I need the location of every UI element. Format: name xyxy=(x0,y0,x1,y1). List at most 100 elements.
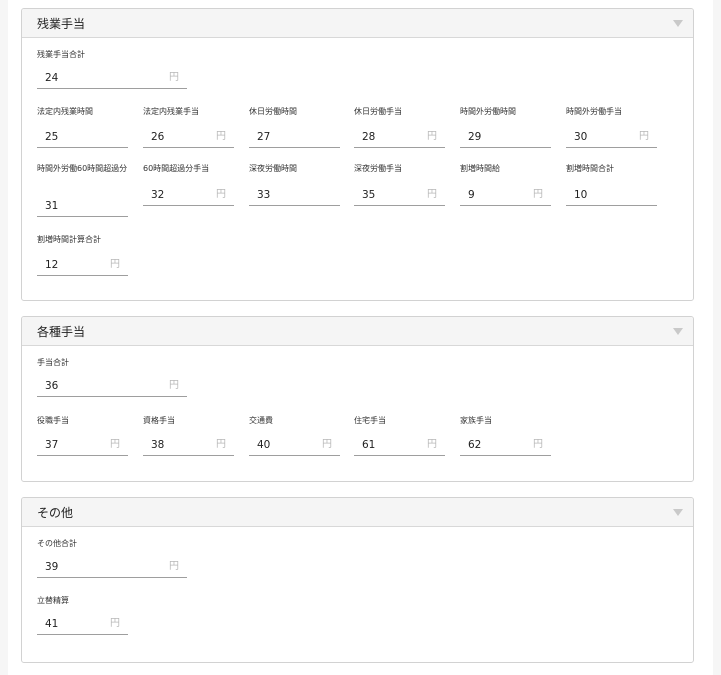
yen-unit: 円 xyxy=(110,259,120,270)
field-value: 9 xyxy=(468,189,475,201)
other-panel: その他 その他合計 39 円 立替精算 41 円 xyxy=(21,497,694,663)
premium-hours-total-input[interactable]: 10 xyxy=(566,185,657,206)
holiday-work-allowance-input[interactable]: 28 円 xyxy=(354,127,445,148)
yen-unit: 円 xyxy=(216,131,226,142)
field-label: 時間外労働手当 xyxy=(566,107,622,116)
chevron-down-icon[interactable] xyxy=(673,328,683,335)
field-holiday-work-allowance: 休日労働手当 xyxy=(354,105,402,118)
yen-unit: 円 xyxy=(639,131,649,142)
field-night-work-allowance: 深夜労働手当 xyxy=(354,162,402,175)
legal-overtime-hours-input[interactable]: 25 xyxy=(37,127,128,148)
yen-unit: 円 xyxy=(216,189,226,200)
allowances-total-input[interactable]: 36 円 xyxy=(37,376,187,397)
field-label: 割増時間計算合計 xyxy=(37,235,101,244)
field-label: 資格手当 xyxy=(143,416,175,425)
field-label: 深夜労働手当 xyxy=(354,164,402,173)
field-label: 立替精算 xyxy=(37,596,69,605)
transport-expense-input[interactable]: 40 円 xyxy=(249,435,340,456)
allowances-total-field: 手当合計 xyxy=(37,356,69,369)
field-label: 深夜労働時間 xyxy=(249,164,297,173)
over60-allowance-input[interactable]: 32 円 xyxy=(143,185,234,206)
family-allowance-input[interactable]: 62 円 xyxy=(460,435,551,456)
field-value: 27 xyxy=(257,131,271,143)
field-premium-hours-total: 割増時間合計 xyxy=(566,162,614,175)
reimbursement-input[interactable]: 41 円 xyxy=(37,614,128,635)
overtime-panel-header[interactable]: 残業手当 xyxy=(22,9,693,38)
overtime-total-input[interactable]: 24 円 xyxy=(37,68,187,89)
field-value: 10 xyxy=(574,189,588,201)
yen-unit: 円 xyxy=(322,439,332,450)
panel-title: その他 xyxy=(37,506,74,520)
field-value: 33 xyxy=(257,189,271,201)
field-value: 40 xyxy=(257,439,271,451)
allowances-panel-header[interactable]: 各種手当 xyxy=(22,317,693,346)
field-night-work-hours: 深夜労働時間 xyxy=(249,162,297,175)
yen-unit: 円 xyxy=(533,189,543,200)
allowances-panel: 各種手当 手当合計 36 円 役職手当 37 円 資格手当 38 円 交通費 4… xyxy=(21,316,694,482)
field-value: 62 xyxy=(468,439,482,451)
yen-unit: 円 xyxy=(169,380,179,391)
field-value: 29 xyxy=(468,131,482,143)
field-legal-overtime-allowance: 法定内残業手当 xyxy=(143,105,199,118)
yen-unit: 円 xyxy=(169,561,179,572)
field-label: 割増時間給 xyxy=(460,164,500,173)
yen-unit: 円 xyxy=(110,618,120,629)
field-reimbursement: 立替精算 xyxy=(37,594,69,607)
panel-title: 残業手当 xyxy=(37,17,86,31)
premium-hourly-wage-input[interactable]: 9 円 xyxy=(460,185,551,206)
field-value: 61 xyxy=(362,439,376,451)
field-label: 交通費 xyxy=(249,416,273,425)
field-holiday-work-hours: 休日労働時間 xyxy=(249,105,297,118)
page: 残業手当 残業手当合計 24 円 法定内残業時間 25 法定内残業手当 26 円… xyxy=(8,0,713,675)
yen-unit: 円 xyxy=(427,131,437,142)
field-label: 時間外労働時間 xyxy=(460,107,516,116)
yen-unit: 円 xyxy=(110,439,120,450)
other-total-field: その他合計 xyxy=(37,537,77,550)
other-panel-header[interactable]: その他 xyxy=(22,498,693,527)
field-value: 24 xyxy=(45,72,59,84)
field-label: 役職手当 xyxy=(37,416,69,425)
night-work-allowance-input[interactable]: 35 円 xyxy=(354,185,445,206)
field-label: 法定内残業手当 xyxy=(143,107,199,116)
extra-work-hours-input[interactable]: 29 xyxy=(460,127,551,148)
legal-overtime-allowance-input[interactable]: 26 円 xyxy=(143,127,234,148)
yen-unit: 円 xyxy=(216,439,226,450)
field-label: 割増時間合計 xyxy=(566,164,614,173)
field-value: 30 xyxy=(574,131,588,143)
extra-work-allowance-input[interactable]: 30 円 xyxy=(566,127,657,148)
field-value: 39 xyxy=(45,561,59,573)
field-over60-hours: 時間外労働60時間超過分 xyxy=(37,162,131,175)
field-value: 25 xyxy=(45,131,59,143)
overtime-total-field: 残業手当合計 xyxy=(37,48,85,61)
field-label: 休日労働時間 xyxy=(249,107,297,116)
field-label: その他合計 xyxy=(37,539,77,548)
field-value: 37 xyxy=(45,439,59,451)
qualification-allowance-input[interactable]: 38 円 xyxy=(143,435,234,456)
premium-calc-total-input[interactable]: 12 円 xyxy=(37,255,128,276)
field-transport-expense: 交通費 xyxy=(249,414,273,427)
field-value: 41 xyxy=(45,618,59,630)
housing-allowance-input[interactable]: 61 円 xyxy=(354,435,445,456)
field-over60-allowance: 60時間超過分手当 xyxy=(143,162,209,175)
yen-unit: 円 xyxy=(427,439,437,450)
field-label: 法定内残業時間 xyxy=(37,107,93,116)
holiday-work-hours-input[interactable]: 27 xyxy=(249,127,340,148)
position-allowance-input[interactable]: 37 円 xyxy=(37,435,128,456)
field-value: 35 xyxy=(362,189,376,201)
field-value: 31 xyxy=(45,200,59,212)
chevron-down-icon[interactable] xyxy=(673,509,683,516)
field-qualification-allowance: 資格手当 xyxy=(143,414,175,427)
field-extra-work-hours: 時間外労働時間 xyxy=(460,105,516,118)
field-premium-calc-total: 割増時間計算合計 xyxy=(37,233,101,246)
field-extra-work-allowance: 時間外労働手当 xyxy=(566,105,622,118)
night-work-hours-input[interactable]: 33 xyxy=(249,185,340,206)
chevron-down-icon[interactable] xyxy=(673,20,683,27)
field-label: 家族手当 xyxy=(460,416,492,425)
field-legal-overtime-hours: 法定内残業時間 xyxy=(37,105,93,118)
field-value: 28 xyxy=(362,131,376,143)
other-total-input[interactable]: 39 円 xyxy=(37,557,187,578)
over60-hours-input[interactable]: 31 xyxy=(37,196,128,217)
field-label: 60時間超過分手当 xyxy=(143,164,210,173)
yen-unit: 円 xyxy=(533,439,543,450)
panel-title: 各種手当 xyxy=(37,325,86,339)
